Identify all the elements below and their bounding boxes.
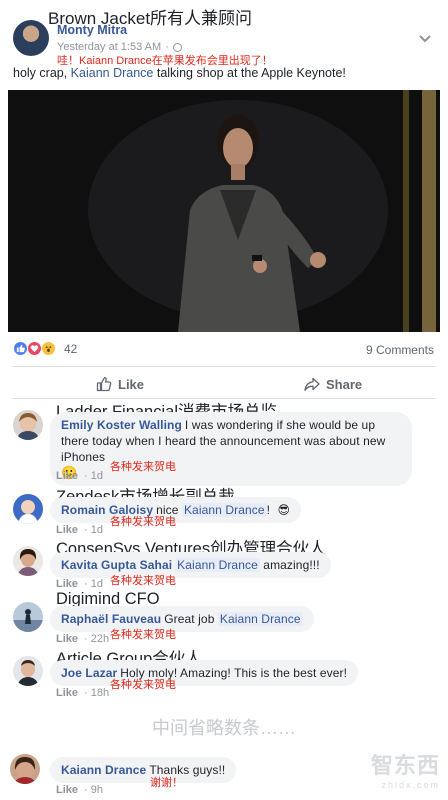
watermark-url: zhidx.com	[381, 780, 440, 790]
like-button[interactable]: Like	[96, 376, 144, 392]
divider	[13, 366, 435, 367]
comment-meta: Like · 1d	[56, 470, 103, 482]
comment-bubble: Emily Koster Walling I was wondering if s…	[50, 412, 412, 486]
comment-like-link[interactable]: Like	[56, 687, 78, 699]
overlay-comment-caption: 各种发来贺电	[110, 629, 176, 641]
share-button-label: Share	[326, 376, 363, 392]
comment-meta: Like · 9h	[56, 784, 103, 796]
share-button[interactable]: Share	[304, 376, 362, 392]
globe-icon	[172, 42, 182, 52]
commenter-name-link[interactable]: Emily Koster Walling	[61, 418, 182, 432]
author-avatar[interactable]	[13, 20, 49, 56]
overlay-comment-caption: 谢谢！	[150, 777, 183, 789]
thumbs-up-icon	[96, 376, 112, 392]
comment-text: amazing!!!	[259, 558, 320, 572]
comment-text: Great job	[164, 612, 218, 626]
watermark-logo: 智东西	[370, 753, 440, 778]
commenter-name-link[interactable]: Joe Lazar	[61, 666, 117, 680]
comment-time[interactable]: 1d	[91, 470, 103, 482]
post-text: holy crap, Kaiann Drance talking shop at…	[13, 66, 346, 80]
commenter-name-link[interactable]: Kaiann Drance	[61, 763, 146, 777]
comment-meta: Like · 18h	[56, 687, 110, 699]
commenter-name-link[interactable]: Kavita Gupta Sahai	[61, 558, 172, 572]
comment-meta: Like · 22h	[56, 633, 110, 645]
comment-bubble: Joe Lazar Holy moly! Amazing! This is the…	[50, 660, 358, 686]
comment-like-link[interactable]: Like	[56, 470, 78, 482]
reactions-summary[interactable]: 42	[13, 341, 77, 356]
love-reaction-icon	[27, 341, 42, 356]
author-name-link[interactable]: Monty Mitra	[57, 23, 127, 37]
comment-mention-link[interactable]: Kaiann Drance	[217, 612, 303, 626]
comment-mention-link[interactable]: Kaiann Drance	[181, 503, 267, 517]
omitted-note: 中间省略数条……	[152, 718, 296, 738]
wow-reaction-icon	[41, 341, 56, 356]
post-text-before: holy crap,	[13, 66, 71, 80]
comment-meta: Like · 1d	[56, 578, 103, 590]
like-reaction-icon	[13, 341, 28, 356]
video-frame	[8, 90, 440, 332]
commenter-avatar[interactable]	[13, 602, 43, 632]
commenter-name-link[interactable]: Raphaël Fauveau	[61, 612, 161, 626]
comment-like-link[interactable]: Like	[56, 784, 78, 796]
comments-count-link[interactable]: 9 Comments	[366, 343, 434, 357]
comment-bubble: Kavita Gupta Sahai Kaiann Drance amazing!…	[50, 552, 331, 578]
comment-time[interactable]: 22h	[91, 633, 109, 645]
commenter-avatar[interactable]	[13, 494, 43, 524]
comment-mention-link[interactable]: Kaiann Drance	[175, 558, 260, 572]
commenter-avatar[interactable]	[13, 546, 43, 576]
overlay-comment-caption: 各种发来贺电	[110, 461, 176, 473]
reaction-count: 42	[64, 341, 78, 356]
overlay-comment-caption: 各种发来贺电	[110, 575, 176, 587]
comment-bubble: Raphaël Fauveau Great job Kaiann Drance	[50, 606, 314, 632]
comment-time[interactable]: 9h	[91, 784, 103, 796]
post-text-after: talking shop at the Apple Keynote!	[153, 66, 346, 80]
facebook-post-card: Brown Jacket所有人兼顾问 Monty Mitra Yesterday…	[0, 0, 448, 800]
post-mention-link[interactable]: Kaiann Drance	[71, 66, 154, 80]
comment-emoji: 😎	[277, 503, 291, 517]
comment-text: !	[266, 503, 271, 517]
watermark: 智东西 zhidx.com	[371, 748, 440, 790]
chevron-down-icon[interactable]	[418, 34, 436, 48]
comment-time[interactable]: 18h	[91, 687, 109, 699]
commenter-avatar[interactable]	[13, 410, 43, 440]
commenter-avatar[interactable]	[13, 656, 43, 686]
commenter-avatar[interactable]	[10, 754, 40, 784]
comment-like-link[interactable]: Like	[56, 633, 78, 645]
speaker-face	[223, 128, 253, 168]
comment-bubble: Kaiann Drance Thanks guys!!	[50, 757, 237, 783]
share-arrow-icon	[304, 376, 320, 392]
comment-time[interactable]: 1d	[91, 578, 103, 590]
video-player[interactable]	[8, 90, 440, 332]
comment-like-link[interactable]: Like	[56, 578, 78, 590]
overlay-comment-caption: 各种发来贺电	[110, 679, 176, 691]
overlay-comment-caption: 各种发来贺电	[110, 516, 176, 528]
like-button-label: Like	[118, 376, 145, 392]
